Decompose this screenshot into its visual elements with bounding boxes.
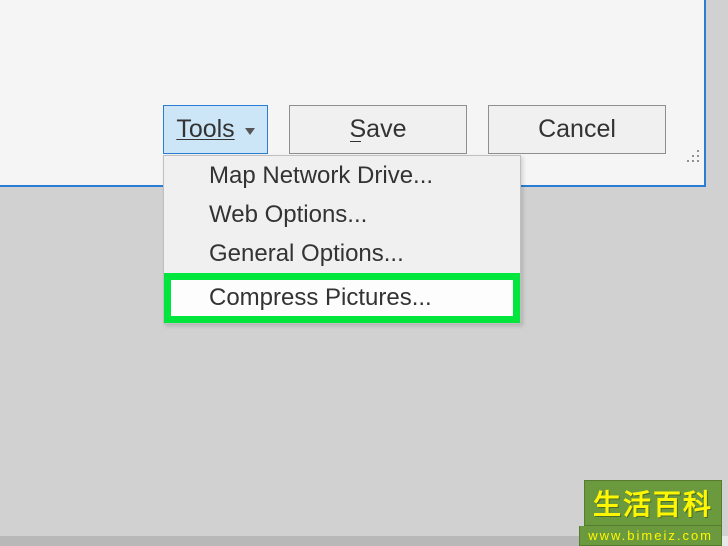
menu-item-general-options[interactable]: General Options... bbox=[164, 234, 520, 273]
resize-grip-icon[interactable] bbox=[686, 149, 700, 163]
button-row: Tools Save Cancel bbox=[163, 105, 666, 154]
cancel-button[interactable]: Cancel bbox=[488, 105, 666, 154]
watermark-cn-text: 生活百科 bbox=[584, 480, 722, 526]
menu-item-web-options[interactable]: Web Options... bbox=[164, 195, 520, 234]
save-button-label: Save bbox=[350, 115, 407, 144]
menu-item-label: Web Options... bbox=[209, 201, 367, 229]
save-button[interactable]: Save bbox=[289, 105, 467, 154]
menu-item-label: Compress Pictures... bbox=[209, 284, 432, 312]
caret-down-icon bbox=[245, 128, 255, 135]
tools-dropdown-menu: Map Network Drive... Web Options... Gene… bbox=[163, 155, 521, 324]
menu-item-map-network-drive[interactable]: Map Network Drive... bbox=[164, 156, 520, 195]
watermark: 生活百科 www.bimeiz.com bbox=[579, 480, 722, 546]
tools-button-label: Tools bbox=[176, 115, 234, 144]
menu-item-compress-pictures[interactable]: Compress Pictures... bbox=[164, 273, 520, 323]
tools-dropdown-button[interactable]: Tools bbox=[163, 105, 268, 154]
menu-item-label: Map Network Drive... bbox=[209, 162, 433, 190]
menu-item-label: General Options... bbox=[209, 240, 404, 268]
cancel-button-label: Cancel bbox=[538, 115, 616, 144]
watermark-url-text: www.bimeiz.com bbox=[579, 526, 722, 546]
